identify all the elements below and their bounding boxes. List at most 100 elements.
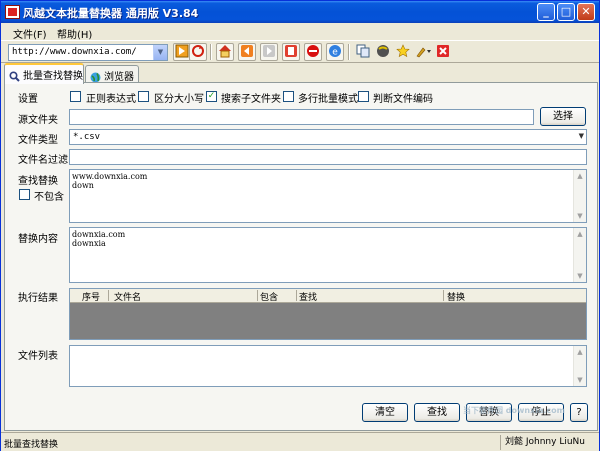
chevron-down-icon[interactable]: ▼	[153, 45, 167, 60]
forward-button[interactable]	[260, 43, 278, 61]
stop-page-button[interactable]	[282, 43, 300, 61]
batch-replace-panel: 设置 正则表达式 区分大小写 ✓ 搜索子文件夹 多行批量模式 判断文件编码 源文…	[4, 82, 598, 431]
star-icon	[396, 44, 410, 58]
replace-textarea[interactable]: downxia.com downxia ▲ ▼	[69, 227, 587, 283]
col-index[interactable]: 序号	[82, 290, 100, 303]
url-combobox[interactable]: http://www.downxia.com/ ▼	[8, 44, 168, 61]
col-find[interactable]: 查找	[299, 290, 317, 303]
menu-help[interactable]: 帮助(H)	[57, 26, 92, 41]
encoding-checkbox[interactable]	[358, 91, 369, 102]
regex-label[interactable]: 正则表达式	[86, 90, 136, 105]
help-button[interactable]: ?	[570, 403, 588, 422]
home-button[interactable]	[216, 43, 234, 61]
source-folder-input[interactable]	[69, 109, 534, 125]
arrow-right-icon	[263, 45, 275, 57]
find-textarea[interactable]: www.downxia.com down ▲ ▼	[69, 169, 587, 223]
wrench-dropdown-icon	[416, 47, 431, 58]
tab-browser[interactable]: 浏览器	[85, 65, 139, 83]
menu-file[interactable]: 文件(F)	[13, 26, 47, 41]
tab-batch-replace[interactable]: 批量查找替换	[4, 63, 84, 84]
find-scrollbar[interactable]: ▲ ▼	[573, 170, 586, 222]
exit-button[interactable]	[434, 43, 452, 61]
regex-checkbox[interactable]	[70, 91, 81, 102]
choose-folder-button[interactable]: 选择	[540, 107, 586, 126]
replace-scrollbar[interactable]: ▲ ▼	[573, 228, 586, 282]
globe-icon	[90, 72, 101, 82]
menu-bar: 文件(F) 帮助(H)	[1, 23, 599, 41]
results-header: 序号 文件名 包含 查找 替换	[70, 289, 586, 303]
case-sensitive-checkbox[interactable]	[138, 91, 149, 102]
app-icon	[5, 5, 20, 19]
file-type-value: *.csv	[73, 132, 101, 142]
go-icon	[175, 44, 189, 58]
copy-button[interactable]	[354, 43, 372, 61]
toolbar-separator	[210, 44, 212, 60]
clear-button[interactable]: 清空	[362, 403, 408, 422]
ie-browser-icon: e	[329, 45, 341, 58]
close-red-icon	[437, 45, 449, 57]
chevron-down-icon[interactable]: ▼	[579, 132, 584, 140]
find-button[interactable]: 查找	[414, 403, 460, 422]
toolbar-separator	[348, 44, 350, 60]
file-filter-input[interactable]	[69, 149, 587, 165]
replace-label: 替换内容	[18, 234, 58, 245]
file-list-label: 文件列表	[18, 351, 58, 362]
app-window: 风越文本批量替换器 通用版 V3.84 _ □ ✕ 文件(F) 帮助(H) ht…	[0, 0, 600, 451]
multiline-checkbox[interactable]	[283, 91, 294, 102]
minimize-button[interactable]: _	[537, 3, 555, 21]
exclude-checkbox[interactable]	[19, 189, 30, 200]
magnifier-icon	[9, 70, 20, 82]
refresh-icon	[192, 45, 204, 57]
watermark: 当下软件园 downxia.com	[463, 406, 566, 415]
encoding-label[interactable]: 判断文件编码	[373, 90, 433, 105]
file-type-label: 文件类型	[18, 135, 58, 146]
file-list-textarea[interactable]: ▲ ▼	[69, 345, 587, 387]
settings-label: 设置	[18, 94, 38, 105]
find-label: 查找替换	[18, 176, 58, 187]
favorite-button[interactable]	[394, 43, 412, 61]
tools-button[interactable]	[414, 43, 432, 61]
globe-ball-icon	[377, 45, 389, 57]
cancel-button[interactable]	[304, 43, 322, 61]
back-button[interactable]	[238, 43, 256, 61]
home-icon	[219, 45, 231, 58]
status-bar: 批量查找替换 刘懿 Johnny LiuNu	[1, 432, 599, 451]
col-filename[interactable]: 文件名	[114, 290, 141, 303]
status-text: 批量查找替换	[4, 440, 59, 450]
copy-icon	[356, 44, 370, 58]
tab-strip: 批量查找替换 浏览器	[4, 63, 598, 84]
file-list-scrollbar[interactable]: ▲ ▼	[573, 346, 586, 386]
multiline-label[interactable]: 多行批量模式	[298, 90, 358, 105]
file-filter-label: 文件名过滤	[18, 155, 68, 166]
stop-hand-icon	[285, 45, 297, 57]
results-grid[interactable]: 序号 文件名 包含 查找 替换	[69, 288, 587, 340]
subfolders-checkbox[interactable]: ✓	[206, 91, 217, 102]
source-folder-label: 源文件夹	[18, 115, 58, 126]
ie-button[interactable]: e	[326, 43, 344, 61]
close-button[interactable]: ✕	[577, 3, 595, 21]
find-text: www.downxia.com down	[72, 172, 148, 190]
window-title: 风越文本批量替换器 通用版 V3.84	[23, 7, 199, 20]
tab-label: 批量查找替换	[23, 71, 83, 82]
replace-text: downxia.com downxia	[72, 230, 126, 248]
maximize-button[interactable]: □	[557, 3, 575, 21]
title-bar[interactable]: 风越文本批量替换器 通用版 V3.84 _ □ ✕	[1, 1, 599, 23]
file-type-combobox[interactable]: *.csv ▼	[69, 129, 587, 145]
col-divider[interactable]	[257, 290, 258, 301]
toolbar: http://www.downxia.com/ ▼ e	[1, 41, 599, 63]
exclude-label[interactable]: 不包含	[34, 188, 64, 203]
subfolders-label[interactable]: 搜索子文件夹	[221, 90, 281, 105]
ball-button[interactable]	[374, 43, 392, 61]
col-replace[interactable]: 替换	[447, 290, 465, 303]
refresh-button[interactable]	[189, 43, 207, 61]
case-sensitive-label[interactable]: 区分大小写	[154, 90, 204, 105]
results-label: 执行结果	[18, 293, 58, 304]
author-text: 刘懿 Johnny LiuNu	[500, 435, 597, 450]
col-divider[interactable]	[108, 290, 109, 301]
svg-text:e: e	[332, 48, 338, 58]
no-entry-icon	[307, 45, 319, 57]
url-text: http://www.downxia.com/	[12, 47, 137, 57]
col-contains[interactable]: 包含	[260, 290, 278, 303]
col-divider[interactable]	[296, 290, 297, 301]
col-divider[interactable]	[443, 290, 444, 301]
